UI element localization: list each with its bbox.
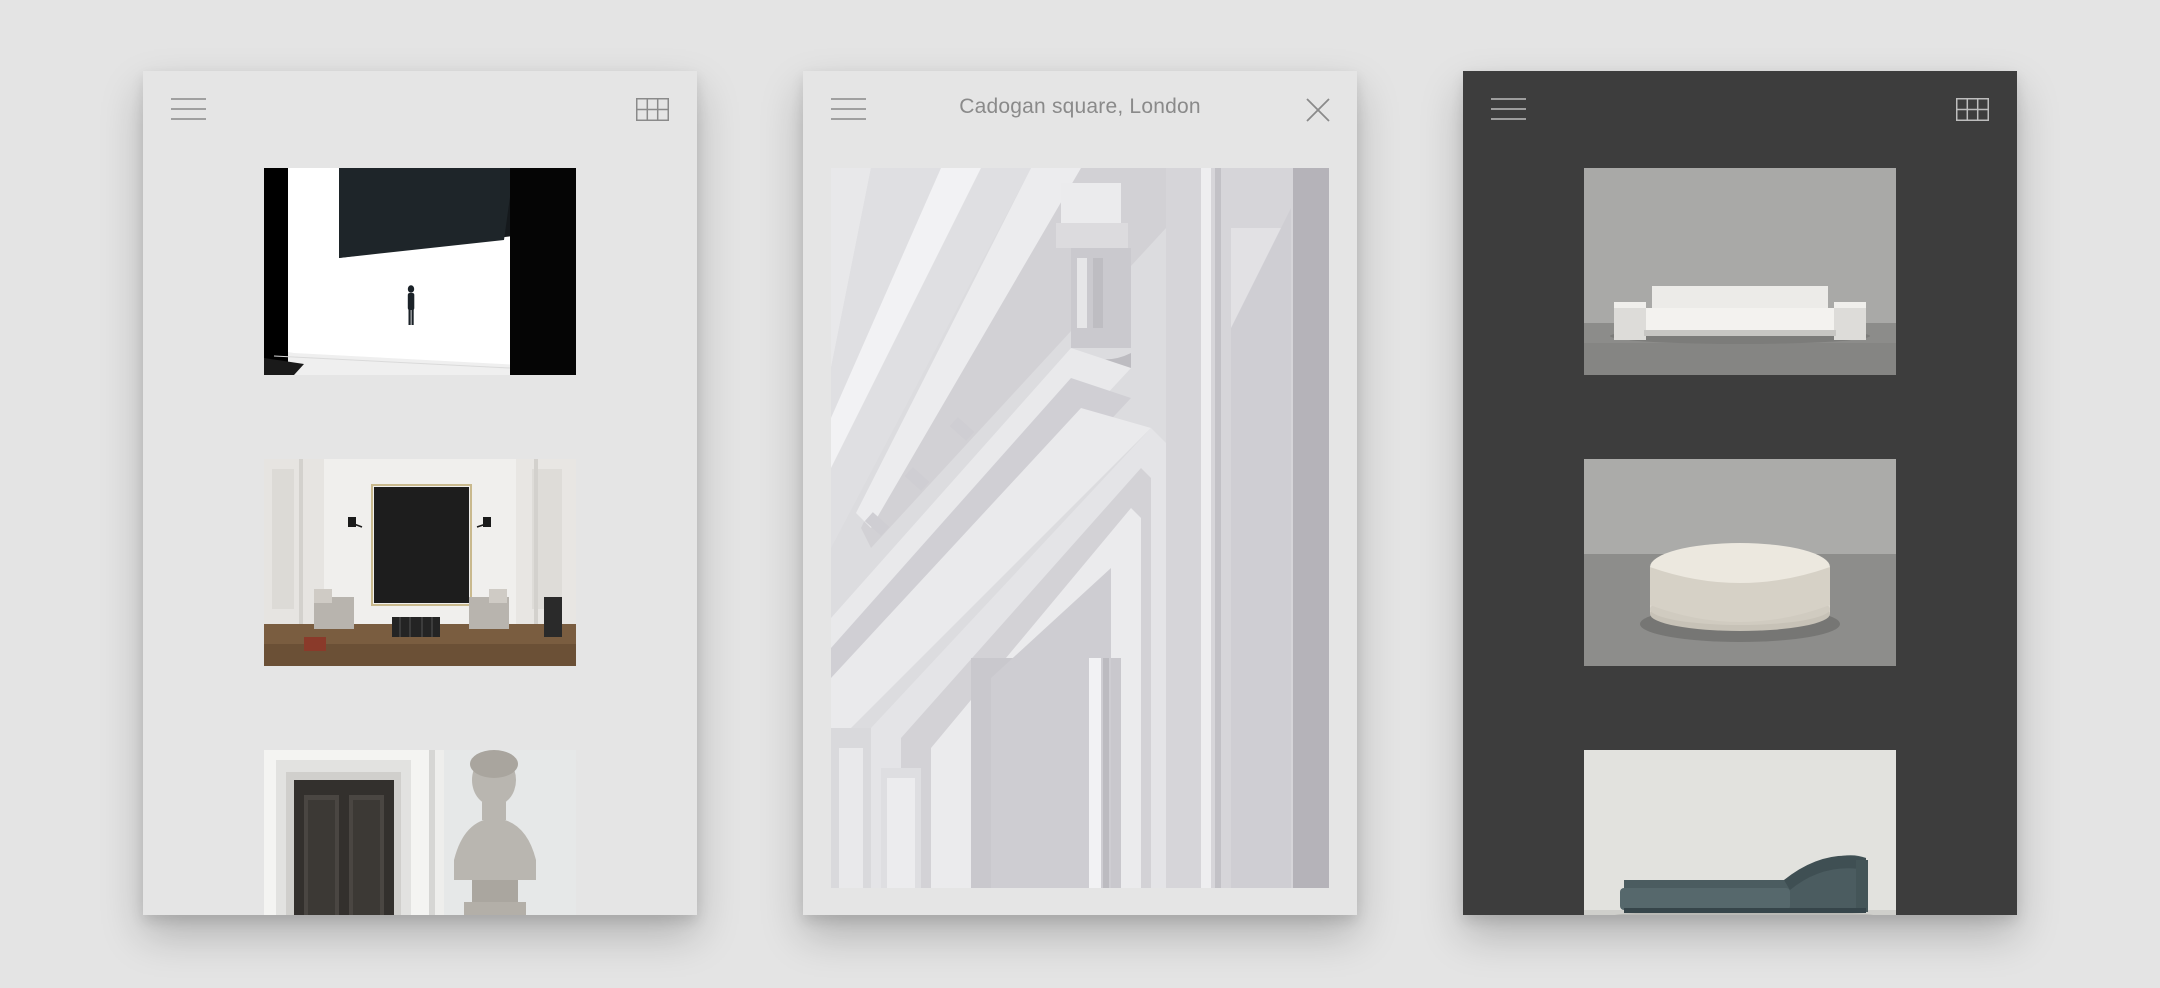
grid-view-icon[interactable] (636, 98, 669, 121)
project-title: Cadogan square, London (959, 95, 1201, 118)
gallery-thumbnail[interactable] (1584, 168, 1896, 375)
hamburger-menu-icon[interactable] (1491, 97, 1526, 121)
gallery-thumbnail[interactable] (1584, 459, 1896, 666)
gallery-thumbnail[interactable] (264, 168, 576, 375)
close-icon[interactable] (1305, 97, 1331, 123)
gallery-screen-dark (1463, 71, 2017, 915)
gallery-screen-light (143, 71, 697, 915)
project-hero-image (831, 168, 1329, 888)
gallery-thumbnail[interactable] (1584, 750, 1896, 915)
gallery-thumbnail[interactable] (264, 459, 576, 666)
hamburger-menu-icon[interactable] (171, 97, 206, 121)
grid-view-icon[interactable] (1956, 98, 1989, 121)
project-detail-screen: Cadogan square, London (803, 71, 1357, 915)
gallery-thumbnail[interactable] (264, 750, 576, 915)
